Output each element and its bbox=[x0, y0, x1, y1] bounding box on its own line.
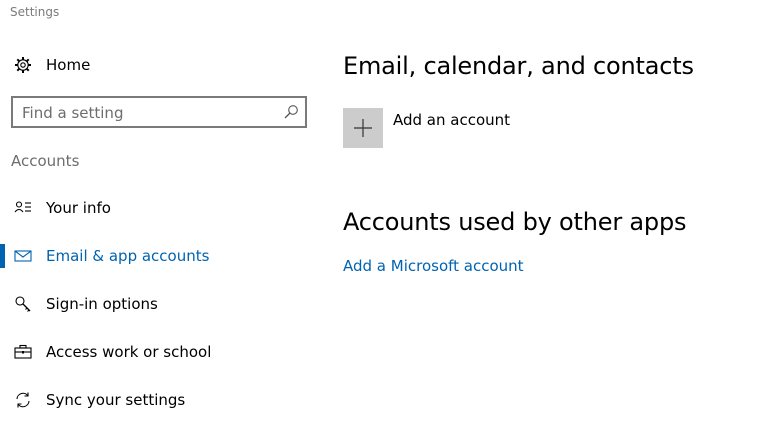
sidebar-item-email-app-accounts[interactable]: Email & app accounts bbox=[0, 236, 330, 276]
sync-icon bbox=[14, 391, 32, 409]
sidebar-home-label: Home bbox=[46, 56, 91, 74]
sidebar-item-label: Your info bbox=[46, 199, 111, 217]
add-account-button[interactable]: Add an account bbox=[343, 108, 643, 150]
window-title: Settings bbox=[10, 5, 60, 19]
sidebar-item-your-info[interactable]: Your info bbox=[0, 188, 330, 228]
gear-icon bbox=[14, 56, 32, 74]
sidebar-home[interactable]: Home bbox=[0, 50, 330, 80]
other-apps-section-title: Accounts used by other apps bbox=[343, 208, 687, 236]
search-box[interactable] bbox=[11, 96, 307, 128]
sidebar-item-sync-your-settings[interactable]: Sync your settings bbox=[0, 380, 330, 420]
sidebar-item-label: Sync your settings bbox=[46, 391, 186, 409]
add-microsoft-account-link[interactable]: Add a Microsoft account bbox=[343, 257, 524, 275]
key-icon bbox=[14, 295, 32, 313]
active-indicator bbox=[0, 244, 5, 268]
plus-icon bbox=[354, 119, 372, 137]
email-section-title: Email, calendar, and contacts bbox=[343, 52, 694, 80]
add-account-label: Add an account bbox=[393, 111, 511, 129]
sidebar-item-label: Sign-in options bbox=[46, 295, 158, 313]
contact-card-icon bbox=[14, 199, 32, 217]
mail-icon bbox=[14, 247, 32, 265]
briefcase-icon bbox=[14, 343, 32, 361]
add-account-tile[interactable] bbox=[343, 108, 383, 148]
sidebar-item-label: Access work or school bbox=[46, 343, 212, 361]
search-icon[interactable] bbox=[283, 104, 299, 120]
sidebar-item-label: Email & app accounts bbox=[46, 247, 210, 265]
sidebar-item-sign-in-options[interactable]: Sign-in options bbox=[0, 284, 330, 324]
sidebar-item-access-work-or-school[interactable]: Access work or school bbox=[0, 332, 330, 372]
search-input[interactable] bbox=[22, 103, 272, 123]
section-label-accounts: Accounts bbox=[11, 152, 80, 170]
